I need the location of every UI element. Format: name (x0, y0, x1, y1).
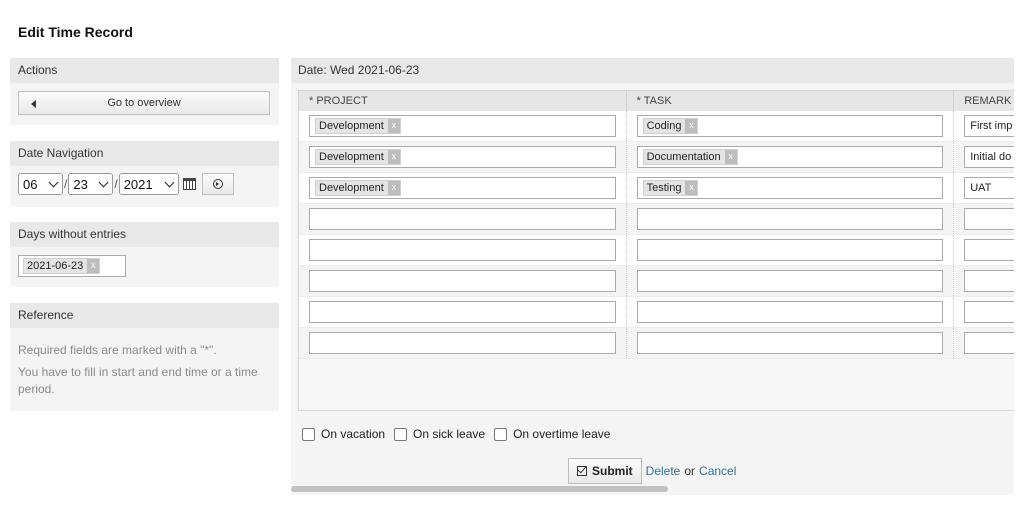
on-vacation-label[interactable]: On vacation (321, 427, 385, 441)
remark-input[interactable]: Initial do (964, 146, 1014, 168)
task-tag[interactable]: Testing x (642, 180, 699, 196)
project-input[interactable]: Development x (309, 146, 616, 168)
remove-tag-icon[interactable]: x (87, 259, 100, 273)
table-row (299, 297, 1014, 328)
check-square-icon (577, 466, 587, 476)
on-vacation-checkbox[interactable] (302, 427, 315, 441)
task-input[interactable]: Coding x (636, 115, 944, 137)
table-row (299, 204, 1014, 235)
table-row (299, 328, 1014, 359)
task-input[interactable]: Documentation x (636, 146, 944, 168)
column-project: * PROJECT (299, 91, 627, 111)
table-row (299, 266, 1014, 297)
form-actions: Submit Delete or Cancel (568, 458, 736, 484)
project-tag[interactable]: Development x (315, 118, 401, 134)
go-to-overview-label: Go to overview (107, 97, 181, 109)
table-row: Development x Testing x UAT (299, 173, 1014, 204)
remark-input[interactable] (964, 332, 1014, 354)
month-select[interactable]: 06 (18, 173, 63, 195)
record-date-header: Date: Wed 2021-06-23 (291, 58, 1014, 83)
remove-tag-icon[interactable]: x (685, 181, 698, 195)
project-input[interactable] (309, 239, 616, 261)
go-date-button[interactable] (201, 173, 234, 195)
arrow-circle-right-icon (212, 179, 223, 189)
chevron-down-icon (48, 177, 59, 187)
table-row: Development x Coding x First imp (299, 111, 1014, 142)
days-without-entries-title: Days without entries (10, 222, 279, 247)
remove-tag-icon[interactable]: x (724, 150, 737, 164)
year-select[interactable]: 2021 (118, 173, 179, 195)
reference-required-note: Required fields are marked with a "*". (18, 343, 217, 357)
actions-title: Actions (10, 58, 279, 83)
leave-options: On vacation On sick leave On overtime le… (302, 427, 619, 441)
column-remark: REMARK (964, 95, 1012, 107)
date-navigation-title: Date Navigation (10, 141, 279, 166)
project-tag[interactable]: Development x (315, 149, 401, 165)
day-select[interactable]: 23 (68, 173, 114, 195)
submit-button[interactable]: Submit (568, 458, 642, 484)
on-overtime-leave-checkbox[interactable] (494, 427, 508, 441)
days-without-entries-field[interactable]: 2021-06-23 x (18, 255, 126, 277)
column-task: * TASK (627, 91, 955, 111)
project-input[interactable] (309, 301, 616, 323)
project-tag[interactable]: Development x (315, 180, 401, 196)
task-input[interactable] (636, 208, 944, 230)
time-record-table: * PROJECT * TASK REMARK Development x Cod… (298, 90, 1014, 411)
on-sick-leave-checkbox[interactable] (394, 427, 408, 441)
task-input[interactable] (636, 239, 944, 261)
page-title: Edit Time Record (18, 24, 133, 40)
remove-tag-icon[interactable]: x (387, 150, 400, 164)
calendar-icon[interactable] (182, 178, 196, 190)
reference-time-note: You have to fill in start and end time o… (18, 365, 258, 396)
cancel-link[interactable]: Cancel (699, 464, 736, 478)
table-header: * PROJECT * TASK REMARK (299, 91, 1014, 111)
remove-tag-icon[interactable]: x (685, 119, 698, 133)
project-input[interactable]: Development x (309, 115, 616, 137)
remark-input[interactable] (964, 208, 1014, 230)
task-input[interactable]: Testing x (636, 177, 944, 199)
project-input[interactable]: Development x (309, 177, 616, 199)
time-record-panel: Date: Wed 2021-06-23 * PROJECT * TASK RE… (291, 58, 1014, 495)
task-tag[interactable]: Coding x (642, 118, 699, 134)
remark-input[interactable] (964, 301, 1014, 323)
reference-title: Reference (10, 303, 279, 328)
days-without-entries-panel: Days without entries 2021-06-23 x (10, 222, 279, 287)
go-to-overview-button[interactable]: Go to overview (18, 91, 270, 115)
project-input[interactable] (309, 208, 616, 230)
date-separator: / (64, 177, 68, 191)
task-input[interactable] (636, 270, 944, 292)
task-input[interactable] (636, 332, 944, 354)
date-navigation-panel: Date Navigation 06 / 23 / 2021 (10, 141, 279, 207)
reference-panel: Reference Required fields are marked wit… (10, 303, 279, 411)
horizontal-scrollbar[interactable] (291, 486, 668, 492)
delete-link[interactable]: Delete (646, 464, 681, 478)
remove-tag-icon[interactable]: x (387, 181, 400, 195)
remark-input[interactable]: UAT (964, 177, 1014, 199)
or-text: or (684, 464, 696, 478)
date-tag[interactable]: 2021-06-23 x (23, 258, 101, 274)
table-row: Development x Documentation x Initial do (299, 142, 1014, 173)
on-overtime-leave-label[interactable]: On overtime leave (513, 427, 610, 441)
on-sick-leave-label[interactable]: On sick leave (413, 427, 485, 441)
actions-panel: Actions Go to overview (10, 58, 279, 125)
remark-input[interactable] (964, 270, 1014, 292)
chevron-down-icon (98, 177, 109, 187)
chevron-down-icon (164, 177, 175, 187)
remove-tag-icon[interactable]: x (387, 119, 400, 133)
project-input[interactable] (309, 332, 616, 354)
table-row (299, 235, 1014, 266)
caret-left-icon (31, 100, 36, 108)
remark-input[interactable] (964, 239, 1014, 261)
task-input[interactable] (636, 301, 944, 323)
task-tag[interactable]: Documentation x (642, 149, 738, 165)
date-separator: / (114, 177, 118, 191)
remark-input[interactable]: First imp (964, 115, 1014, 137)
project-input[interactable] (309, 270, 616, 292)
